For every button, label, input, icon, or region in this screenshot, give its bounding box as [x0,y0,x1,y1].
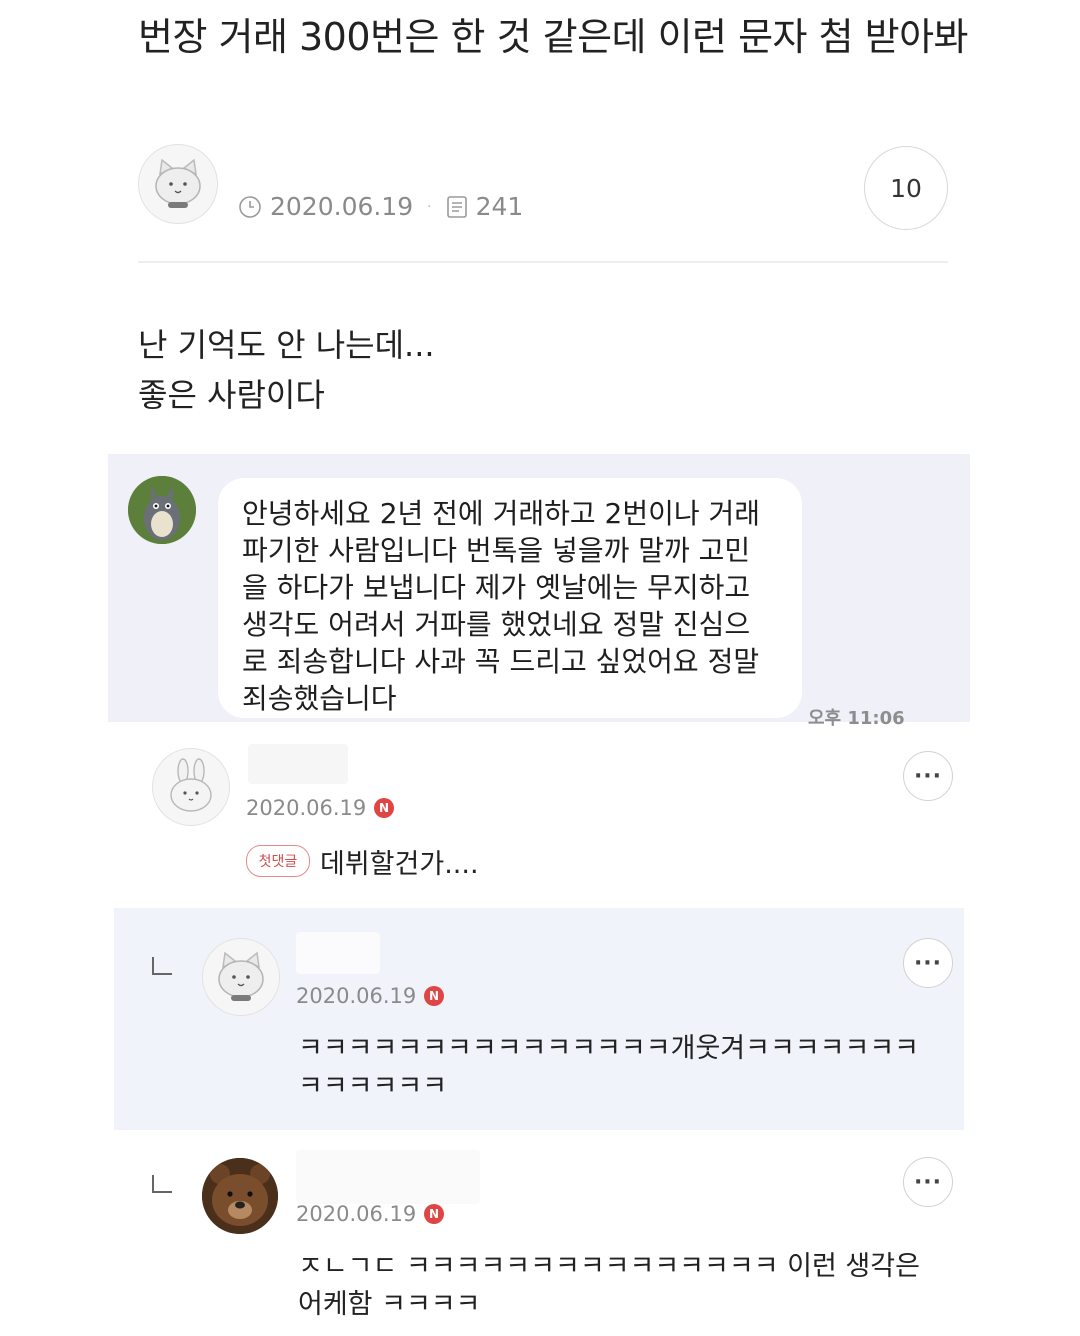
sender-avatar [128,476,196,544]
new-badge: N [424,986,444,1006]
meta-separator: · [427,198,432,215]
clock-icon [239,195,261,218]
document-icon [446,195,467,218]
reply-arrow-icon [152,957,172,975]
cat-avatar-icon [218,951,264,1001]
sms-line: 로 죄송합니다 사과 꼭 드리고 싶었어요 정말 [242,645,760,678]
comment-text-line: ㅈㄴㄱㄷ ㅋㅋㅋㅋㅋㅋㅋㅋㅋㅋㅋㅋㅋㅋㅋ 이런 생각은 [298,1251,920,1282]
reply-avatar[interactable] [202,1158,278,1234]
sms-time: 오후 11:06 [808,708,905,729]
bear-avatar-icon [202,1158,278,1234]
sms-line: 생각도 어려서 거파를 했었네요 정말 진심으 [242,608,751,641]
first-comment-tag: 첫댓글 [246,845,310,877]
comment-count-button[interactable]: 10 [864,146,948,230]
author-avatar[interactable] [138,144,218,224]
comment-date: 2020.06.19 [296,1202,417,1226]
more-options-button[interactable]: ··· [903,751,953,801]
commenter-name-blurred [296,1150,480,1204]
more-options-button[interactable]: ··· [903,938,953,988]
comment-text: 데뷔할건가.... [320,849,479,880]
totoro-avatar-icon [128,476,196,544]
cat-avatar-icon [155,158,201,208]
new-badge: N [424,1204,444,1224]
post-date: 2020.06.19 [270,192,414,221]
reply-arrow-icon [152,1175,172,1193]
sms-line: 죄송했습니다 [242,682,397,715]
reply-avatar[interactable] [202,938,280,1016]
sms-line: 을 하다가 보냅니다 제가 옛날에는 무지하고 [242,571,751,604]
divider [138,261,948,263]
post-title: 번장 거래 300번은 한 것 같은데 이런 문자 첨 받아봐 [138,15,968,59]
more-options-button[interactable]: ··· [903,1157,953,1207]
rabbit-avatar-icon [170,758,212,812]
commenter-name-blurred [248,744,348,784]
commenter-avatar[interactable] [152,748,230,826]
view-count: 241 [475,192,524,221]
comment-date: 2020.06.19 [246,796,367,820]
post-meta: 2020.06.19 · 241 [238,192,523,221]
new-badge: N [374,798,394,818]
more-icon: ··· [913,763,943,789]
post-body-line-2: 좋은 사람이다 [138,376,325,414]
sms-line: 파기한 사람입니다 번톡을 넣을까 말까 고민 [242,534,751,567]
sms-line: 안녕하세요 2년 전에 거래하고 2번이나 거래 [242,497,761,530]
post-body-line-1: 난 기억도 안 나는데... [138,326,435,364]
comment-text-line: ㅋㅋㅋㅋㅋㅋㅋㅋㅋㅋㅋㅋㅋㅋㅋ개웃겨ㅋㅋㅋㅋㅋㅋㅋ [298,1033,919,1064]
more-icon: ··· [913,1169,943,1195]
more-icon: ··· [913,950,943,976]
commenter-name-blurred [296,932,380,974]
comment-date: 2020.06.19 [296,984,417,1008]
comment-text-line: ㅋㅋㅋㅋㅋㅋ [298,1071,448,1102]
comment-text-line: 어케함 ㅋㅋㅋㅋ [298,1289,481,1320]
